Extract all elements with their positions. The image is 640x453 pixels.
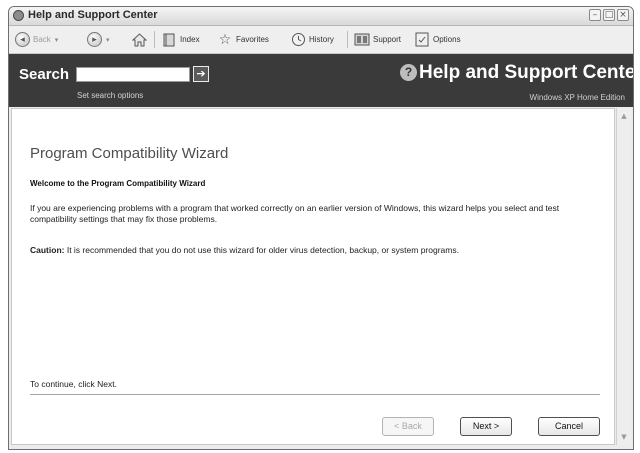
question-mark-icon: ? bbox=[400, 64, 417, 81]
home-button[interactable] bbox=[131, 30, 150, 49]
chevron-down-icon: ▾ bbox=[54, 35, 59, 44]
options-label: Options bbox=[433, 35, 461, 44]
favorites-star-icon: ☆ bbox=[218, 31, 232, 48]
scroll-up-icon[interactable]: ▲ bbox=[619, 111, 629, 121]
title-bar[interactable]: Help and Support Center – □ × bbox=[9, 7, 633, 26]
history-clock-icon bbox=[290, 32, 306, 48]
index-label: Index bbox=[180, 35, 200, 44]
home-icon bbox=[131, 32, 147, 48]
set-search-options-link[interactable]: Set search options bbox=[77, 91, 143, 100]
toolbar: ◂ Back ▾ ▸ ▾ Index ☆ Favorites History S… bbox=[9, 26, 633, 54]
search-input[interactable] bbox=[76, 67, 190, 82]
caution-text: It is recommended that you do not use th… bbox=[64, 245, 459, 255]
wizard-pane: Program Compatibility Wizard Welcome to … bbox=[11, 108, 615, 445]
options-button[interactable]: Options bbox=[414, 30, 461, 49]
index-book-icon bbox=[161, 32, 177, 48]
toolbar-separator bbox=[347, 31, 348, 48]
support-icon bbox=[354, 32, 370, 48]
next-button[interactable]: Next > bbox=[460, 417, 512, 436]
vertical-scrollbar[interactable]: ▲ ▼ bbox=[616, 108, 631, 445]
wizard-continue-text: To continue, click Next. bbox=[30, 379, 117, 389]
search-label: Search bbox=[19, 66, 70, 83]
back-wizard-button[interactable]: < Back bbox=[382, 417, 434, 436]
arrow-right-icon: ➔ bbox=[196, 67, 206, 80]
help-support-window: Help and Support Center – □ × ◂ Back ▾ ▸… bbox=[8, 6, 634, 450]
support-button[interactable]: Support bbox=[354, 30, 401, 49]
history-label: History bbox=[309, 35, 334, 44]
minimize-button[interactable]: – bbox=[589, 9, 601, 21]
chevron-down-icon: ▾ bbox=[106, 35, 110, 44]
wizard-title: Program Compatibility Wizard bbox=[30, 145, 229, 162]
options-icon bbox=[414, 32, 430, 48]
window-title: Help and Support Center bbox=[28, 9, 158, 21]
window-controls: – □ × bbox=[589, 9, 629, 21]
index-button[interactable]: Index bbox=[161, 30, 200, 49]
wizard-welcome-heading: Welcome to the Program Compatibility Wiz… bbox=[30, 179, 206, 188]
history-button[interactable]: History bbox=[290, 30, 334, 49]
scroll-down-icon[interactable]: ▼ bbox=[619, 432, 629, 442]
caution-label: Caution: bbox=[30, 245, 65, 255]
back-button[interactable]: ◂ Back ▾ bbox=[15, 30, 58, 49]
toolbar-separator bbox=[154, 31, 155, 48]
divider bbox=[30, 394, 600, 395]
help-support-title: Help and Support Center bbox=[419, 62, 634, 83]
forward-button[interactable]: ▸ ▾ bbox=[87, 30, 110, 49]
cancel-button[interactable]: Cancel bbox=[538, 417, 600, 436]
close-button[interactable]: × bbox=[617, 9, 629, 21]
wizard-intro-text: If you are experiencing problems with a … bbox=[30, 203, 560, 224]
back-arrow-icon: ◂ bbox=[15, 32, 30, 47]
favorites-button[interactable]: ☆ Favorites bbox=[217, 30, 269, 49]
maximize-button[interactable]: □ bbox=[603, 9, 615, 21]
search-go-button[interactable]: ➔ bbox=[193, 66, 209, 82]
favorites-label: Favorites bbox=[236, 35, 269, 44]
wizard-caution: Caution: It is recommended that you do n… bbox=[30, 245, 600, 255]
help-support-icon bbox=[13, 10, 24, 21]
forward-arrow-icon: ▸ bbox=[87, 32, 102, 47]
header-bar: Search ➔ Set search options ? Help and S… bbox=[9, 54, 633, 107]
back-label: Back bbox=[33, 35, 51, 44]
edition-label: Windows XP Home Edition bbox=[529, 93, 625, 102]
support-label: Support bbox=[373, 35, 402, 44]
